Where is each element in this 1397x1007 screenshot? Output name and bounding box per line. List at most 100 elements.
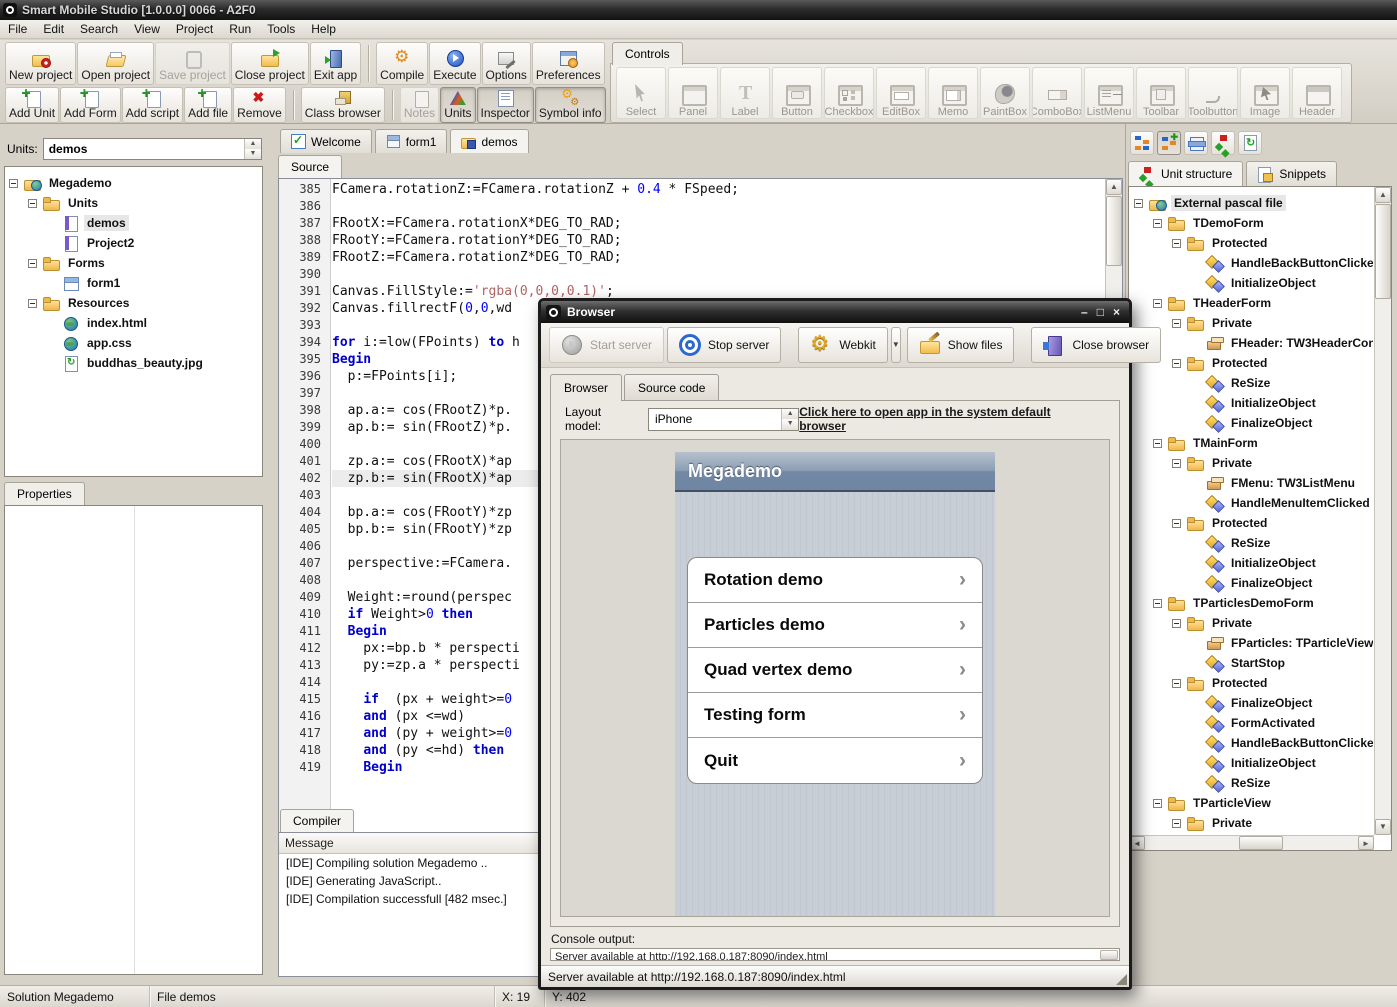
structure-vertical-scrollbar[interactable]: ▲ ▼: [1374, 187, 1391, 835]
project-tree-node-app-css[interactable]: app.css: [5, 333, 262, 353]
structure-tree-node-finalizeobject[interactable]: FinalizeObject: [1130, 413, 1373, 433]
tab-properties[interactable]: Properties: [4, 482, 85, 505]
menu-edit[interactable]: Edit: [35, 20, 72, 38]
app-menu-item-quit[interactable]: Quit›: [688, 738, 982, 783]
structure-tree-node-initializeobject[interactable]: InitializeObject: [1130, 393, 1373, 413]
control-button-button[interactable]: Button: [772, 67, 822, 119]
project-tree-node-forms[interactable]: Forms: [5, 253, 262, 273]
structure-tree-node-handlemenuitemclicked[interactable]: HandleMenuItemClicked: [1130, 493, 1373, 513]
control-combobox-button[interactable]: ComboBox: [1032, 67, 1082, 119]
new-project-button[interactable]: New project: [5, 42, 76, 85]
structure-tree-node-tparticlesdemoform[interactable]: TParticlesDemoForm: [1130, 593, 1373, 613]
options-button[interactable]: Options: [482, 42, 531, 85]
project-tree-node-project2[interactable]: Project2: [5, 233, 262, 253]
control-listmenu-button[interactable]: ListMenu: [1084, 67, 1134, 119]
collapse-toggle-icon[interactable]: [1172, 819, 1181, 828]
project-tree-node-units[interactable]: Units: [5, 193, 262, 213]
collapse-toggle-icon[interactable]: [1153, 219, 1162, 228]
project-tree-node-form1[interactable]: form1: [5, 273, 262, 293]
flatten-button[interactable]: [1184, 131, 1208, 155]
app-menu-item-quad-vertex-demo[interactable]: Quad vertex demo›: [688, 648, 982, 693]
preferences-button[interactable]: Preferences: [532, 42, 605, 85]
control-editbox-button[interactable]: EditBox: [876, 67, 926, 119]
control-select-button[interactable]: Select: [616, 67, 666, 119]
scroll-up-arrow-icon[interactable]: ▲: [1106, 179, 1122, 195]
inspector-button[interactable]: Inspector: [477, 87, 534, 123]
layout-model-spinner[interactable]: ▲▼: [781, 409, 798, 430]
control-label-button[interactable]: Label: [720, 67, 770, 119]
structure-tree-node-private[interactable]: Private: [1130, 313, 1373, 333]
structure-tree-node-resize[interactable]: ReSize: [1130, 533, 1373, 553]
structure-horizontal-scrollbar[interactable]: ◄ ►: [1129, 835, 1374, 850]
tab-source[interactable]: Source: [278, 155, 342, 178]
tab-demos[interactable]: demos: [450, 129, 528, 153]
tab-welcome[interactable]: Welcome: [280, 129, 372, 153]
webkit-button[interactable]: Webkit: [798, 327, 887, 363]
properties-grid[interactable]: [4, 505, 263, 975]
control-checkbox-button[interactable]: Checkbox: [824, 67, 874, 119]
structure-tree-node-initializeobject[interactable]: InitializeObject: [1130, 753, 1373, 773]
add-unit-button[interactable]: Add Unit: [5, 87, 59, 123]
open-project-button[interactable]: Open project: [77, 42, 154, 85]
menu-file[interactable]: File: [0, 20, 35, 38]
structure-tree-node-tdemoform[interactable]: TDemoForm: [1130, 213, 1373, 233]
tab-browser[interactable]: Browser: [550, 374, 622, 401]
notes-button[interactable]: Notes: [400, 87, 439, 123]
maximize-button[interactable]: □: [1097, 305, 1104, 319]
collapse-toggle-icon[interactable]: [1172, 619, 1181, 628]
structure-tree-node-resize[interactable]: ReSize: [1130, 373, 1373, 393]
menu-help[interactable]: Help: [303, 20, 344, 38]
collapse-toggle-icon[interactable]: [28, 199, 37, 208]
collapse-toggle-icon[interactable]: [1134, 199, 1143, 208]
add-form-button[interactable]: Add Form: [60, 87, 121, 123]
exit-app-button[interactable]: Exit app: [310, 42, 361, 85]
control-paintbox-button[interactable]: PaintBox: [980, 67, 1030, 119]
app-menu-item-rotation-demo[interactable]: Rotation demo›: [688, 558, 982, 603]
project-tree-node-demos[interactable]: demos: [5, 213, 262, 233]
structure-tree-node-external-pascal-file[interactable]: External pascal file: [1130, 193, 1373, 213]
control-toolbutton-button[interactable]: Toolbutton: [1188, 67, 1238, 119]
symbol-info-button[interactable]: Symbol info: [535, 87, 606, 123]
resize-grip-icon[interactable]: [1116, 974, 1127, 985]
class-browser-button[interactable]: Class browser: [301, 87, 385, 123]
control-panel-button[interactable]: Panel: [668, 67, 718, 119]
structure-tree-node-resize[interactable]: ReSize: [1130, 773, 1373, 793]
structure-tree-node-handlebackbuttonclicked[interactable]: HandleBackButtonClicked: [1130, 253, 1373, 273]
start-server-button[interactable]: Start server: [549, 327, 664, 363]
open-in-default-browser-link[interactable]: Click here to open app in the system def…: [799, 405, 1099, 433]
collapse-toggle-icon[interactable]: [1172, 679, 1181, 688]
collapse-toggle-icon[interactable]: [28, 299, 37, 308]
project-tree-node-buddhas-beauty-jpg[interactable]: buddhas_beauty.jpg: [5, 353, 262, 373]
structure-tree-node-protected[interactable]: Protected: [1130, 673, 1373, 693]
structure-tree-node-fheader-tw3headercontro[interactable]: FHeader: TW3HeaderContro: [1130, 333, 1373, 353]
close-project-button[interactable]: Close project: [231, 42, 309, 85]
structure-compact-button[interactable]: [1130, 131, 1154, 155]
structure-tree-node-private[interactable]: Private: [1130, 453, 1373, 473]
compile-button[interactable]: Compile: [376, 42, 428, 85]
menu-tools[interactable]: Tools: [259, 20, 303, 38]
structure-tree-node-initializeobject[interactable]: InitializeObject: [1130, 273, 1373, 293]
collapse-toggle-icon[interactable]: [1172, 519, 1181, 528]
collapse-toggle-icon[interactable]: [28, 259, 37, 268]
app-menu-item-particles-demo[interactable]: Particles demo›: [688, 603, 982, 648]
webkit-dropdown-button[interactable]: ▼: [891, 327, 901, 363]
project-tree-node-resources[interactable]: Resources: [5, 293, 262, 313]
execute-button[interactable]: Execute: [429, 42, 480, 85]
menu-view[interactable]: View: [126, 20, 168, 38]
structure-tree-node-theaderform[interactable]: THeaderForm: [1130, 293, 1373, 313]
stop-server-button[interactable]: Stop server: [667, 327, 781, 363]
remove-button[interactable]: Remove: [233, 87, 286, 123]
scroll-up-arrow-icon[interactable]: ▲: [1375, 187, 1391, 203]
menu-run[interactable]: Run: [221, 20, 259, 38]
collapse-toggle-icon[interactable]: [1172, 459, 1181, 468]
structure-tree-node-fmenu-tw3listmenu[interactable]: FMenu: TW3ListMenu: [1130, 473, 1373, 493]
units-combo[interactable]: demos ▲▼: [43, 138, 262, 160]
control-header-button[interactable]: Header: [1292, 67, 1342, 119]
refresh-button[interactable]: [1238, 131, 1262, 155]
structure-tree-node-handlebackbuttonclicked[interactable]: HandleBackButtonClicked: [1130, 733, 1373, 753]
show-files-button[interactable]: Show files: [907, 327, 1015, 363]
project-tree-node-index-html[interactable]: index.html: [5, 313, 262, 333]
app-menu-item-testing-form[interactable]: Testing form›: [688, 693, 982, 738]
scroll-right-arrow-icon[interactable]: ►: [1358, 836, 1374, 850]
menu-project[interactable]: Project: [168, 20, 221, 38]
